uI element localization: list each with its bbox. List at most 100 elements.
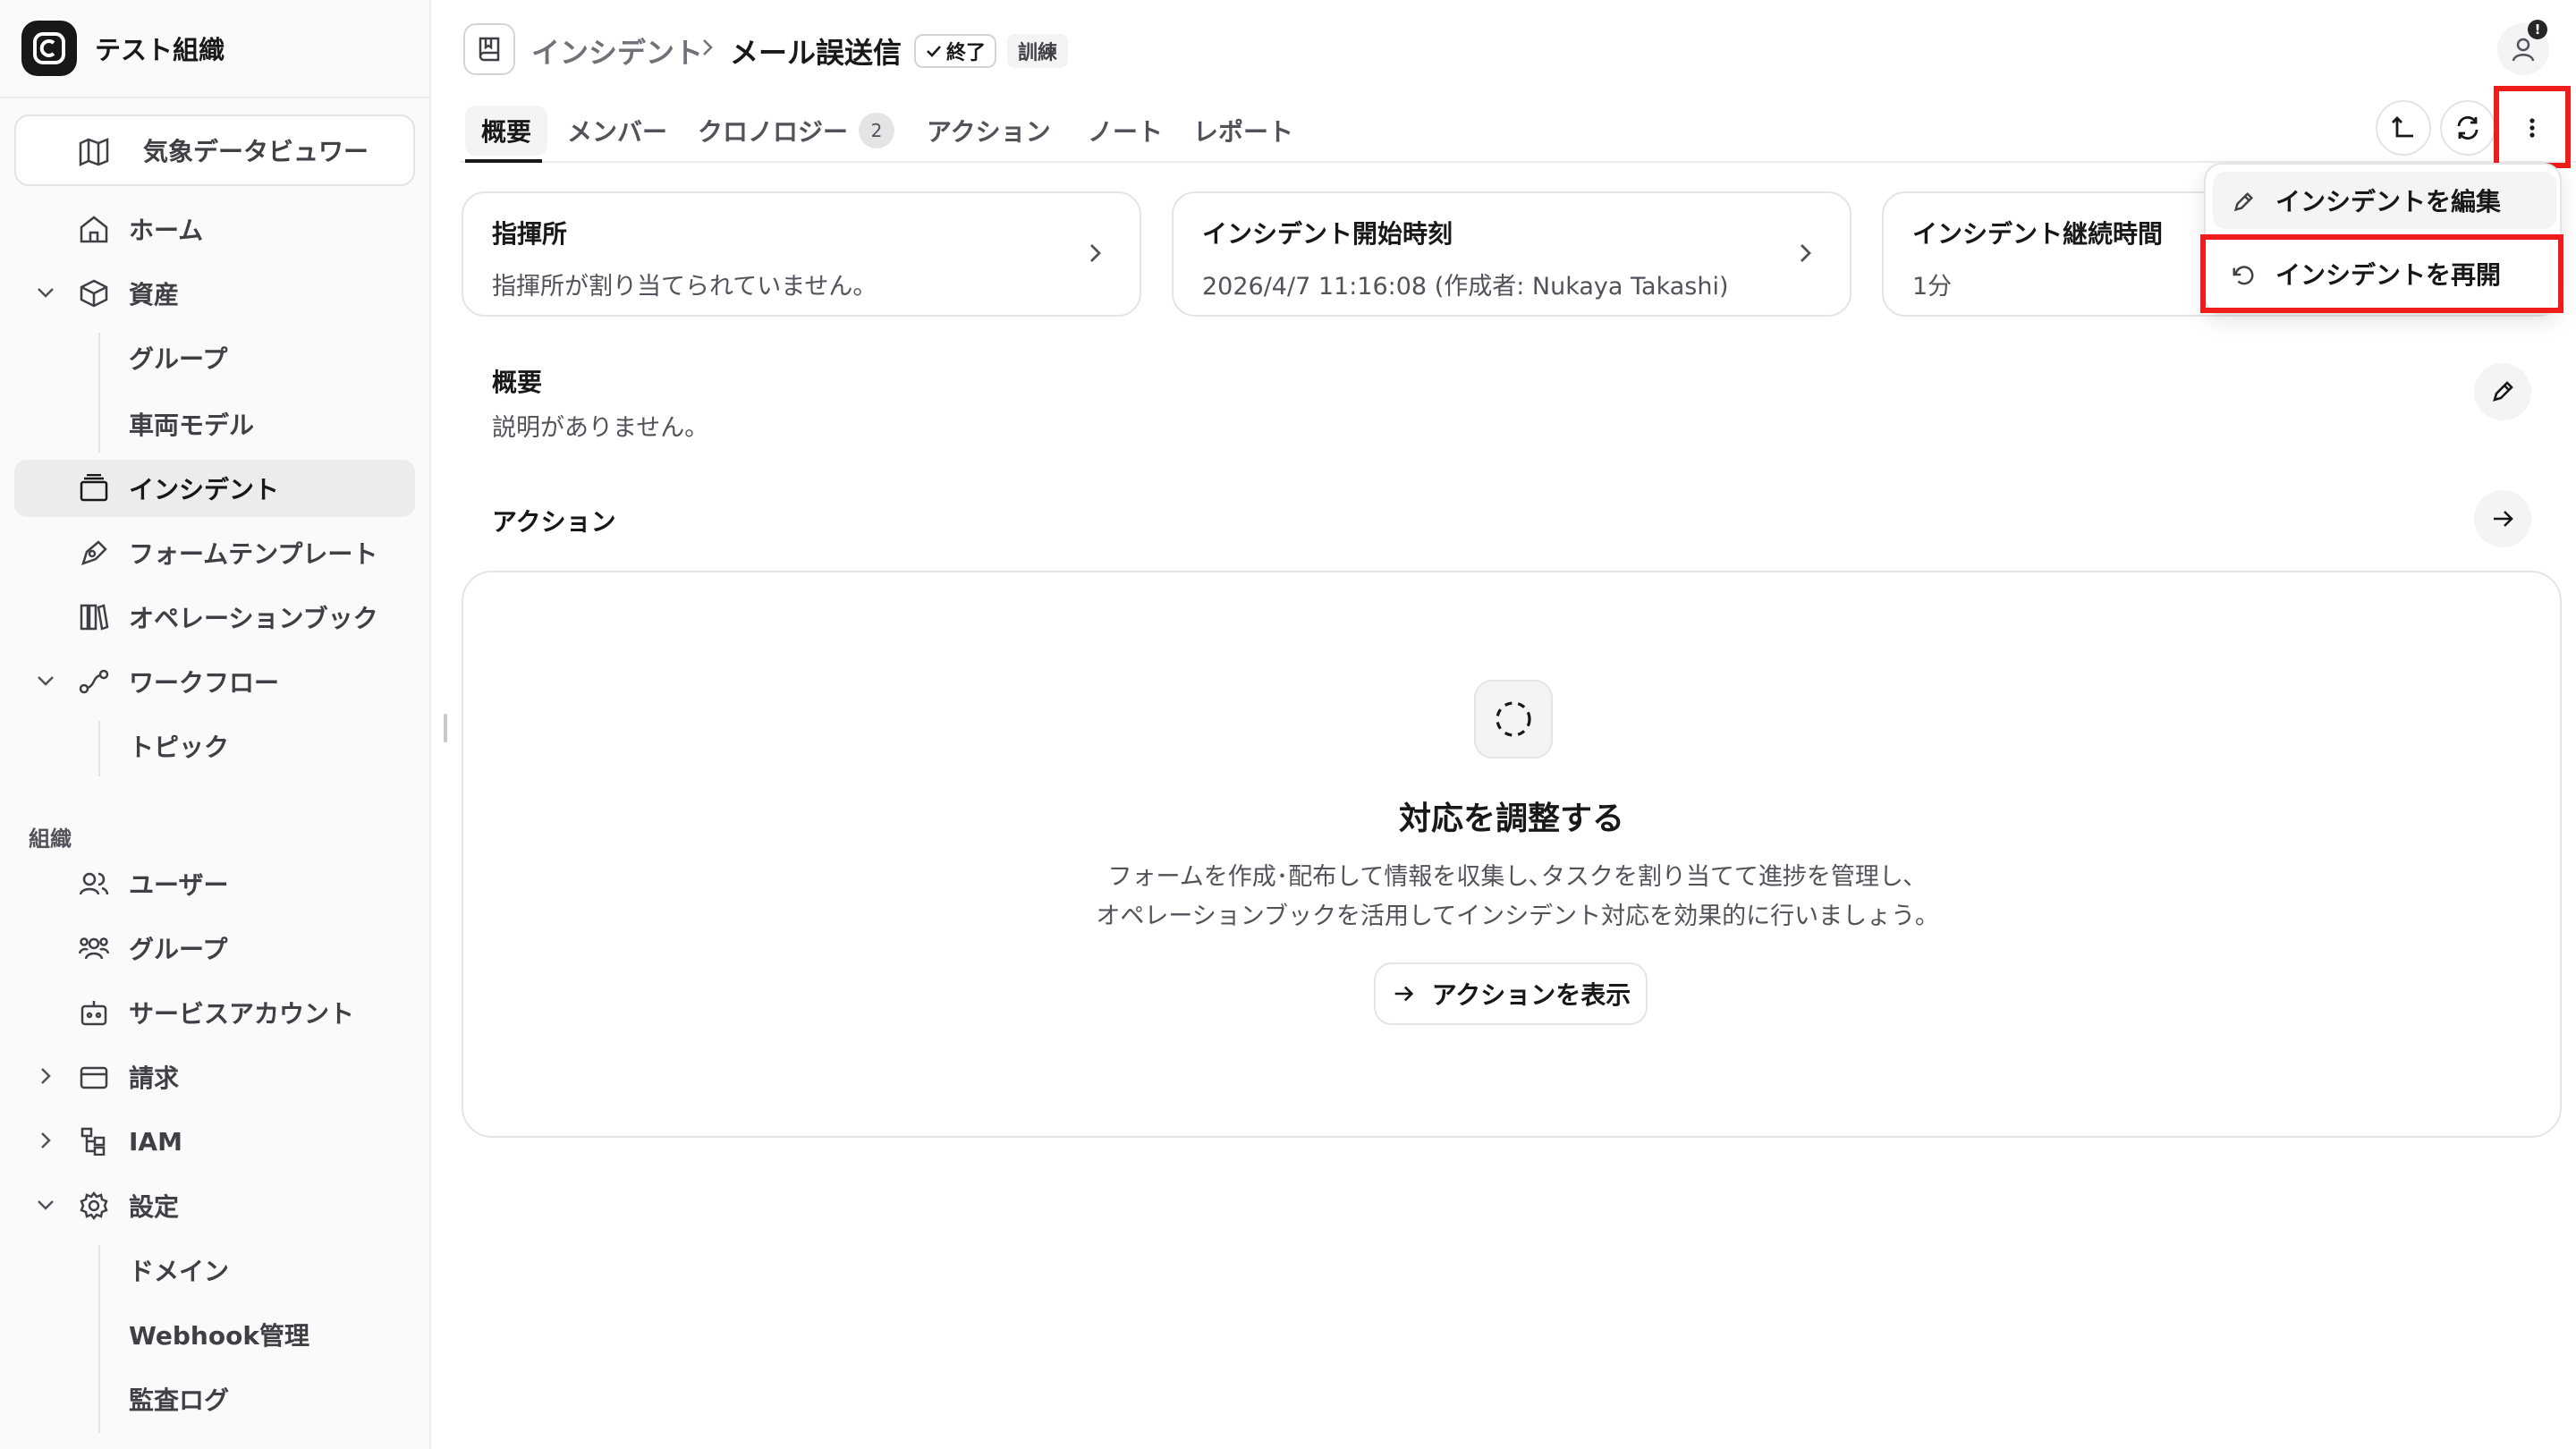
tab-label: 概要 bbox=[481, 117, 532, 147]
chevron-right-icon bbox=[1084, 240, 1107, 270]
sidebar-item-label: ユーザー bbox=[129, 870, 229, 900]
sidebar-item-label: グループ bbox=[129, 344, 228, 374]
org-logo bbox=[21, 21, 77, 76]
sidebar-item-label: フォームテンプレート bbox=[129, 539, 378, 569]
sidebar-item-iam[interactable]: IAM bbox=[14, 1113, 415, 1170]
chevron-down-icon[interactable] bbox=[34, 669, 57, 699]
tab-members[interactable]: メンバー bbox=[551, 106, 683, 156]
group-icon bbox=[78, 934, 110, 969]
weather-viewer-button[interactable]: 気象データビュワー bbox=[14, 114, 415, 186]
sidebar-item-service-accounts[interactable]: サービスアカウント bbox=[14, 984, 415, 1041]
sidebar-item-org-groups[interactable]: グループ bbox=[14, 919, 415, 977]
type-badge: 訓練 bbox=[1007, 34, 1069, 68]
bot-icon bbox=[79, 998, 109, 1033]
top-bar: インシデント メール誤送信 終了 訓練 ! bbox=[431, 0, 2576, 98]
sidebar-item-label: ホーム bbox=[129, 216, 204, 245]
pencil-icon bbox=[2493, 381, 2513, 402]
tab-chronology[interactable]: クロノロジー 2 bbox=[682, 106, 911, 156]
tab-report[interactable]: レポート bbox=[1177, 106, 1309, 156]
actions-title: アクション bbox=[492, 507, 616, 537]
card-title: 指揮所 bbox=[492, 219, 568, 249]
overview-description: 説明がありません。 bbox=[492, 414, 709, 442]
sidebar-item-label: トピック bbox=[129, 733, 230, 762]
sidebar-item-audit-log[interactable]: 監査ログ bbox=[14, 1370, 415, 1428]
card-value: 指揮所が割り当てられていません。 bbox=[492, 273, 877, 301]
sidebar-item-label: 請求 bbox=[129, 1063, 180, 1093]
tab-label: アクション bbox=[927, 117, 1051, 147]
map-icon bbox=[79, 138, 109, 173]
card-start-time[interactable]: インシデント開始時刻 2026/4/7 11:16:08 (作成者: Nukay… bbox=[1172, 191, 1852, 317]
sidebar-item-form-templates[interactable]: フォームテンプレート bbox=[14, 524, 415, 581]
sidebar-item-incidents[interactable]: インシデント bbox=[14, 460, 415, 517]
sidebar-item-asset-groups[interactable]: グループ bbox=[14, 329, 415, 386]
sidebar-item-label: オペレーションブック bbox=[129, 604, 378, 633]
library-icon bbox=[79, 603, 109, 638]
sidebar-item-label: IAM bbox=[129, 1126, 182, 1157]
chevron-right-icon[interactable] bbox=[34, 1129, 57, 1158]
notification-badge: ! bbox=[2528, 20, 2547, 39]
incident-icon bbox=[79, 473, 109, 509]
tab-notes[interactable]: ノート bbox=[1072, 106, 1179, 156]
edit-overview-button[interactable] bbox=[2474, 363, 2531, 420]
sidebar-item-billing[interactable]: 請求 bbox=[14, 1048, 415, 1106]
org-name: テスト組織 bbox=[95, 35, 225, 65]
sidebar-item-workflow[interactable]: ワークフロー bbox=[14, 653, 415, 710]
check-icon bbox=[927, 46, 941, 57]
menu-item-edit-incident[interactable]: インシデントを編集 bbox=[2213, 172, 2556, 229]
menu-item-label: インシデントを編集 bbox=[2275, 187, 2502, 216]
sidebar-item-settings[interactable]: 設定 bbox=[14, 1177, 415, 1234]
sidebar-item-label: ワークフロー bbox=[129, 668, 280, 698]
box-icon bbox=[79, 279, 109, 314]
export-button[interactable] bbox=[2376, 100, 2431, 156]
sidebar-item-label: グループ bbox=[129, 935, 228, 964]
tab-label: メンバー bbox=[567, 117, 668, 147]
status-badge-label: 終了 bbox=[946, 42, 987, 64]
sidebar-item-label: ドメイン bbox=[129, 1257, 230, 1286]
empty-state-title: 対応を調整する bbox=[1398, 801, 1624, 837]
refresh-icon bbox=[2457, 115, 2479, 140]
highlight-box-more bbox=[2494, 86, 2571, 168]
pencil-icon bbox=[2231, 190, 2256, 221]
sidebar-item-users[interactable]: ユーザー bbox=[14, 855, 415, 912]
pen-tool-icon bbox=[79, 538, 109, 573]
sidebar-item-domains[interactable]: ドメイン bbox=[14, 1241, 415, 1299]
tab-label: クロノロジー bbox=[698, 117, 849, 147]
sidebar-item-label: インシデント bbox=[129, 475, 280, 504]
sidebar-item-label: 設定 bbox=[129, 1192, 180, 1222]
card-value: 2026/4/7 11:16:08 (作成者: Nukaya Takashi) bbox=[1202, 273, 1729, 301]
weather-viewer-label: 気象データビュワー bbox=[143, 137, 369, 166]
home-icon bbox=[79, 215, 109, 250]
sidebar-item-label: 監査ログ bbox=[129, 1385, 230, 1415]
show-actions-button[interactable]: アクションを表示 bbox=[1374, 962, 1648, 1025]
empty-state-description-1: フォームを作成･配布して情報を収集し､タスクを割り当てて進捗を管理し､ bbox=[1107, 863, 1916, 891]
chevron-right-icon[interactable] bbox=[34, 1064, 57, 1094]
tab-actions[interactable]: アクション bbox=[911, 106, 1067, 156]
breadcrumb-incidents[interactable]: インシデント bbox=[531, 30, 703, 72]
users-icon bbox=[79, 869, 109, 904]
sidebar-item-label: 車両モデル bbox=[129, 411, 255, 440]
org-header[interactable]: テスト組織 bbox=[0, 0, 429, 98]
tab-label: ノート bbox=[1088, 117, 1164, 147]
chevron-right-icon bbox=[1794, 240, 1818, 270]
dashed-circle-icon bbox=[1474, 680, 1553, 758]
chevron-down-icon[interactable] bbox=[34, 1193, 57, 1223]
highlight-box-reopen bbox=[2200, 234, 2563, 313]
hierarchy-icon bbox=[79, 1127, 109, 1162]
card-command-post[interactable]: 指揮所 指揮所が割り当てられていません。 bbox=[462, 191, 1141, 317]
sidebar-item-webhooks[interactable]: Webhook管理 bbox=[14, 1306, 415, 1363]
sidebar-item-home[interactable]: ホーム bbox=[14, 200, 415, 258]
sidebar-item-topics[interactable]: トピック bbox=[14, 717, 415, 775]
sidebar-item-assets[interactable]: 資産 bbox=[14, 265, 415, 322]
sidebar-item-vehicle-models[interactable]: 車両モデル bbox=[14, 395, 415, 453]
count-badge: 2 bbox=[859, 113, 895, 148]
refresh-button[interactable] bbox=[2440, 100, 2496, 156]
open-actions-button[interactable] bbox=[2474, 490, 2531, 547]
chevron-down-icon[interactable] bbox=[34, 281, 57, 310]
tab-overview[interactable]: 概要 bbox=[465, 106, 548, 156]
sidebar-item-operation-books[interactable]: オペレーションブック bbox=[14, 589, 415, 646]
sidebar-resize-handle[interactable] bbox=[444, 714, 447, 742]
show-actions-label: アクションを表示 bbox=[1431, 980, 1631, 1010]
sidebar-item-label: Webhook管理 bbox=[129, 1321, 309, 1351]
arrow-right-icon bbox=[2494, 511, 2513, 527]
workflow-icon bbox=[79, 667, 109, 702]
